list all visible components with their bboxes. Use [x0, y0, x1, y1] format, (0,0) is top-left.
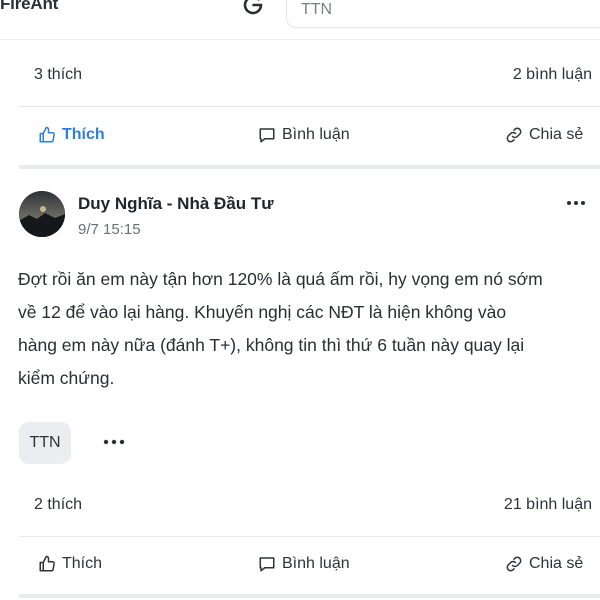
like-count[interactable]: 2 thích	[34, 496, 82, 514]
post-content: Đợt rồi ăn em này tận hơn 120% là quá ấm…	[18, 263, 598, 395]
like-button[interactable]: Thích	[38, 555, 102, 573]
author-name[interactable]: Duy Nghĩa - Nhà Đầu Tư	[78, 194, 274, 214]
more-horizontal-icon[interactable]	[566, 199, 586, 207]
comment-button[interactable]: Bình luận	[258, 555, 350, 573]
thumbs-up-icon	[39, 126, 55, 143]
post-text-line: Đợt rồi ăn em này tận hơn 120% là quá ấm…	[18, 269, 543, 289]
post-text-line: hàng em này nữa (đánh T+), không tin thì…	[18, 335, 525, 355]
link-icon	[506, 127, 522, 143]
post-separator	[19, 165, 600, 169]
post-timestamp[interactable]: 9/7 15:15	[78, 221, 141, 238]
top-bar: FireAnt	[0, 0, 600, 40]
prev-like-button[interactable]: Thích	[38, 126, 105, 144]
post-text-line: về 12 để vào lại hàng. Khuyến nghị các N…	[18, 302, 507, 322]
post-stats: 2 thích 21 bình luận	[0, 496, 600, 516]
prev-comment-button[interactable]: Bình luận	[258, 126, 350, 144]
prev-comment-count[interactable]: 2 bình luận	[513, 66, 592, 84]
post-separator	[19, 594, 600, 598]
comment-label: Bình luận	[282, 555, 350, 572]
share-button[interactable]: Chia sẻ	[505, 555, 583, 573]
more-tags-icon[interactable]	[102, 438, 126, 446]
avatar-image	[19, 191, 65, 237]
stock-tag-chip[interactable]: TTN	[19, 422, 71, 464]
google-icon[interactable]	[240, 0, 266, 18]
divider	[19, 536, 600, 537]
thumbs-up-icon	[39, 555, 55, 572]
avatar[interactable]	[19, 191, 65, 237]
comment-icon	[259, 128, 275, 143]
search-box[interactable]	[286, 0, 600, 28]
prev-like-label: Thích	[62, 126, 105, 143]
comment-count[interactable]: 21 bình luận	[504, 496, 592, 514]
prev-like-count[interactable]: 3 thích	[34, 66, 82, 84]
brand-logo[interactable]: FireAnt	[0, 0, 58, 14]
post-actions: Thích Bình luận Chia sẻ	[0, 555, 600, 579]
prev-post-stats: 3 thích 2 bình luận	[0, 66, 600, 86]
divider	[19, 106, 600, 107]
post-header: Duy Nghĩa - Nhà Đầu Tư 9/7 15:15	[19, 191, 600, 241]
link-icon	[506, 556, 522, 572]
prev-comment-label: Bình luận	[282, 126, 350, 143]
prev-share-button[interactable]: Chia sẻ	[505, 126, 583, 144]
prev-share-label: Chia sẻ	[529, 126, 584, 143]
prev-post-actions: Thích Bình luận Chia sẻ	[0, 126, 600, 150]
like-label: Thích	[62, 555, 103, 572]
comment-icon	[259, 557, 275, 572]
share-label: Chia sẻ	[529, 555, 584, 572]
post-text-line: kiểm chứng.	[18, 368, 115, 388]
search-input[interactable]	[287, 0, 600, 27]
